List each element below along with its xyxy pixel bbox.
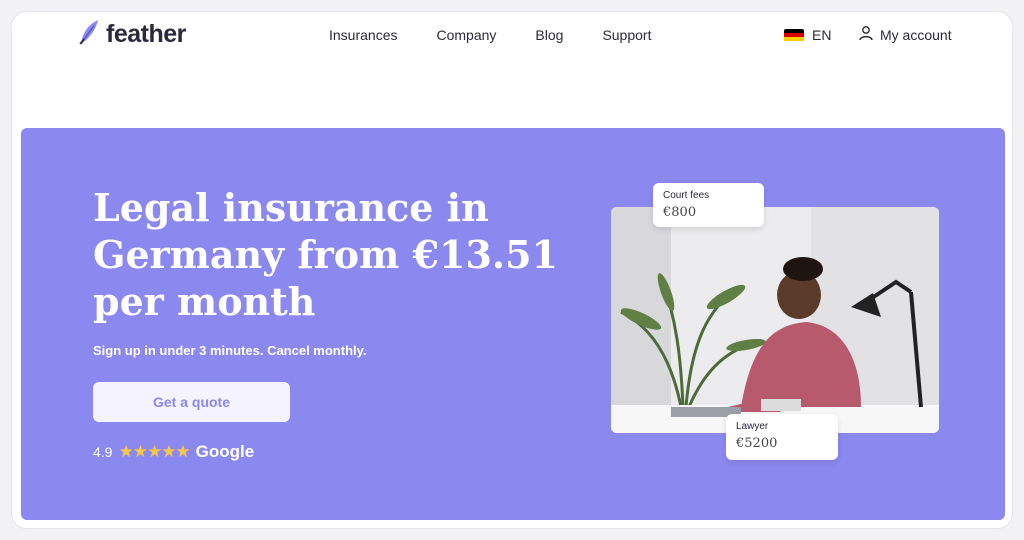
lawyer-card: Lawyer €5200 [726,414,838,460]
star-rating-icon: ★★★★★ [118,442,190,461]
german-flag-icon [784,28,804,42]
court-fees-card: Court fees €800 [653,183,764,227]
brand-logo[interactable]: feather [78,19,186,50]
hero-title: Legal insurance in Germany from €13.51 p… [93,185,558,324]
get-quote-button[interactable]: Get a quote [93,382,290,422]
rating-row: 4.9 ★★★★★ Google [93,442,254,462]
language-switcher[interactable]: EN [784,27,831,43]
nav-item-company[interactable]: Company [436,27,496,43]
main-menu: Insurances Company Blog Support [329,27,651,43]
account-link[interactable]: My account [858,25,952,44]
man-at-desk-illustration [611,207,939,433]
court-fees-label: Court fees [663,190,710,201]
account-label: My account [880,26,952,43]
lawyer-label: Lawyer [736,421,769,432]
nav-item-support[interactable]: Support [602,27,651,43]
nav-item-blog[interactable]: Blog [535,27,563,43]
rating-score: 4.9 [93,444,113,460]
top-nav: feather Insurances Company Blog Support … [12,12,1012,58]
nav-item-insurances[interactable]: Insurances [329,27,397,43]
user-icon [858,25,874,44]
google-logo: Google [195,442,255,461]
hero-section: Legal insurance in Germany from €13.51 p… [21,128,1005,520]
hero-photo [611,207,939,433]
feather-logo-icon [78,19,100,50]
lawyer-value: €5200 [736,436,778,451]
page-frame: feather Insurances Company Blog Support … [11,11,1013,529]
brand-name: feather [106,20,186,48]
language-code: EN [812,27,832,43]
court-fees-value: €800 [663,205,697,220]
hero-subtitle: Sign up in under 3 minutes. Cancel month… [93,343,367,358]
